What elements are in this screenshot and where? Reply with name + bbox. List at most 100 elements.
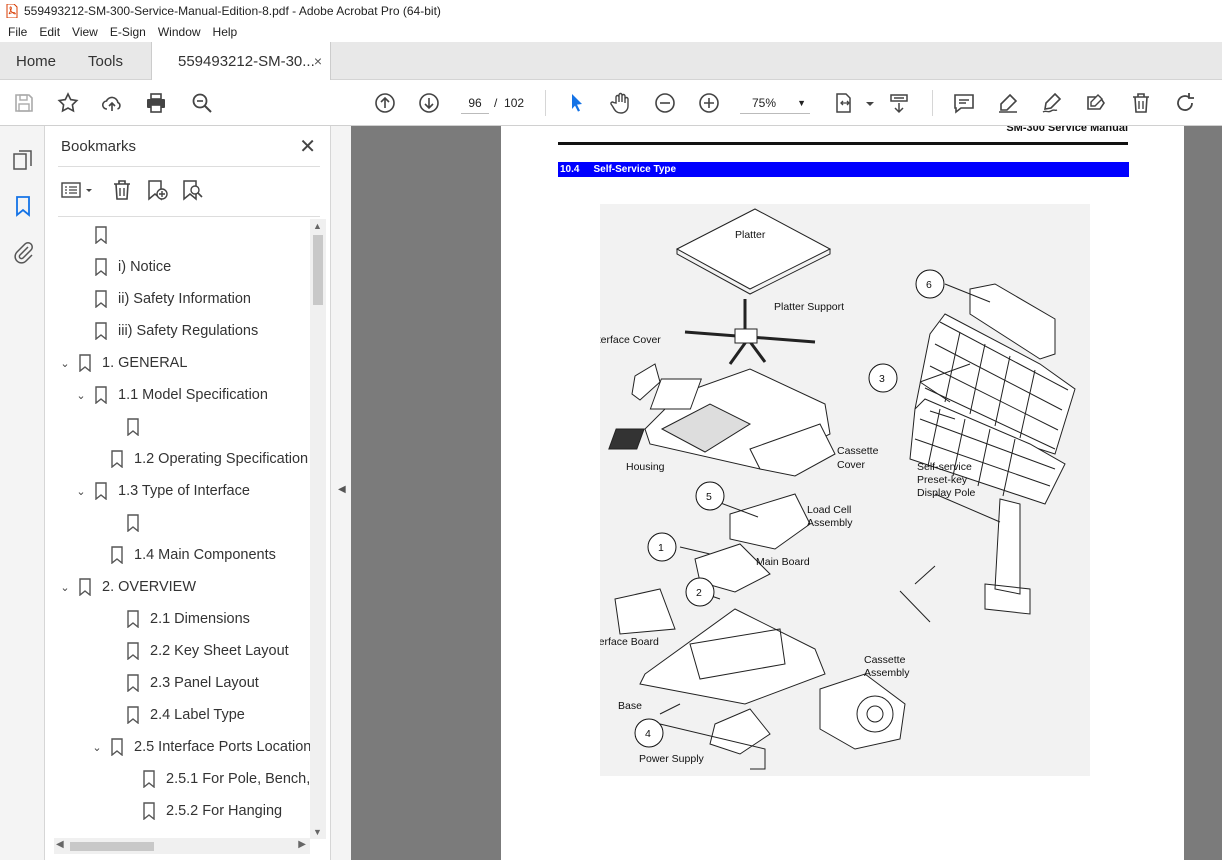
new-bookmark-icon[interactable] <box>145 178 169 202</box>
chevron-down-icon[interactable]: ⌄ <box>74 389 88 402</box>
upload-cloud-icon[interactable] <box>100 91 124 115</box>
comment-icon[interactable] <box>952 91 976 115</box>
close-icon[interactable]: ✕ <box>299 134 316 159</box>
bookmark-item[interactable]: 1.4 Main Components <box>90 539 276 571</box>
delete-bookmark-icon[interactable] <box>110 178 134 202</box>
bookmark-item[interactable]: 2.4 Label Type <box>106 699 245 731</box>
zoom-in-icon[interactable] <box>697 91 721 115</box>
bookmarks-horizontal-scrollbar[interactable]: ◀ ▶ <box>54 838 310 854</box>
bookmark-label: 1.2 Operating Specification <box>134 451 309 467</box>
rotate-icon[interactable] <box>1173 91 1197 115</box>
label-cassette-cover-line2: Cover <box>837 459 866 471</box>
bookmarks-toolbar <box>58 176 320 204</box>
menu-help[interactable]: Help <box>207 25 244 39</box>
scroll-mode-icon[interactable] <box>887 91 911 115</box>
sign-icon[interactable] <box>1040 91 1064 115</box>
bookmark-item[interactable] <box>74 219 118 251</box>
menu-esign[interactable]: E-Sign <box>104 25 152 39</box>
load-cell-shape <box>729 493 811 550</box>
bookmarks-vertical-scrollbar[interactable]: ▲ ▼ <box>310 219 326 839</box>
bookmark-ribbon-icon <box>111 450 123 468</box>
menu-file[interactable]: File <box>2 25 33 39</box>
bookmark-item[interactable]: ⌄3. SET UP <box>74 827 186 829</box>
collapse-panel-icon[interactable]: ◀ <box>338 484 346 495</box>
bookmark-item[interactable] <box>106 507 150 539</box>
page-fit-dropdown-icon[interactable] <box>858 91 874 115</box>
zoom-level-select[interactable]: 75% ▼ <box>740 92 810 114</box>
bookmark-ribbon-icon <box>95 258 107 276</box>
bookmark-item[interactable]: 2.1 Dimensions <box>106 603 250 635</box>
bookmark-item[interactable]: 2.5.1 For Pole, Bench, Ele <box>122 763 310 795</box>
bookmark-item[interactable]: ii) Safety Information <box>74 283 251 315</box>
callout-4: 4 <box>645 728 651 740</box>
acrobat-pdf-icon <box>6 4 18 18</box>
bookmark-item[interactable] <box>106 411 150 443</box>
scroll-left-icon[interactable]: ◀ <box>56 839 64 850</box>
page-thumbnails-icon[interactable] <box>11 148 35 172</box>
tab-tools[interactable]: Tools <box>88 42 123 80</box>
scroll-right-icon[interactable]: ▶ <box>298 839 306 850</box>
chevron-down-icon[interactable]: ⌄ <box>58 357 72 370</box>
panel-collapse-strip[interactable]: ◀ <box>330 126 351 860</box>
save-icon[interactable] <box>12 91 36 115</box>
fill-sign-icon[interactable] <box>1084 91 1108 115</box>
bookmark-ribbon-icon <box>79 578 91 596</box>
zoom-search-icon[interactable] <box>190 91 214 115</box>
bookmarks-panel-icon[interactable] <box>11 194 35 218</box>
document-view[interactable]: SM-300 Service Manual 10.4 Self-Service T… <box>351 126 1222 860</box>
bookmark-ribbon-icon <box>95 226 107 244</box>
page-number-input[interactable]: 96 <box>461 92 489 114</box>
attachments-paperclip-icon[interactable] <box>11 240 35 264</box>
label-self-service-line1: Self-service <box>917 461 972 473</box>
tab-document[interactable]: 559493212-SM-30... × <box>151 42 331 81</box>
scroll-down-icon[interactable]: ▼ <box>313 827 322 837</box>
callout-2: 2 <box>696 587 702 599</box>
bookmarks-title: Bookmarks <box>61 138 137 155</box>
chevron-down-icon[interactable]: ⌄ <box>90 741 104 754</box>
menu-view[interactable]: View <box>66 25 104 39</box>
label-self-service-line3: Display Pole <box>917 487 976 499</box>
bookmark-label: iii) Safety Regulations <box>118 323 259 339</box>
bookmark-item[interactable]: 1.2 Operating Specification <box>90 443 308 475</box>
power-supply-shape <box>709 708 771 755</box>
bookmark-item[interactable]: 2.5.2 For Hanging <box>122 795 282 827</box>
zoom-out-icon[interactable] <box>653 91 677 115</box>
bookmark-item[interactable]: 2.2 Key Sheet Layout <box>106 635 289 667</box>
delete-trash-icon[interactable] <box>1129 91 1153 115</box>
bookmark-item[interactable]: ⌄ 1.1 Model Specification <box>74 379 268 411</box>
page-total: / 102 <box>494 96 524 110</box>
bookmark-item[interactable]: i) Notice <box>74 251 171 283</box>
scroll-up-icon[interactable]: ▲ <box>313 221 322 231</box>
interface-board-shape <box>614 588 676 635</box>
menu-bar: File Edit View E-Sign Window Help <box>0 22 1222 42</box>
select-cursor-icon[interactable] <box>565 91 589 115</box>
menu-window[interactable]: Window <box>152 25 207 39</box>
hand-tool-icon[interactable] <box>609 91 633 115</box>
chevron-down-icon[interactable]: ⌄ <box>58 581 72 594</box>
print-icon[interactable] <box>144 91 168 115</box>
bookmark-label: 1.3 Type of Interface <box>118 483 250 499</box>
chevron-down-icon[interactable]: ⌄ <box>74 485 88 498</box>
navigation-rail <box>0 126 45 860</box>
previous-page-icon[interactable] <box>373 91 397 115</box>
star-icon[interactable] <box>56 91 80 115</box>
platter-shape <box>675 208 832 290</box>
bookmark-item[interactable]: ⌄ 2.5 Interface Ports Location <box>90 731 310 763</box>
bookmark-item[interactable]: ⌄ 1. GENERAL <box>58 347 187 379</box>
menu-edit[interactable]: Edit <box>33 25 66 39</box>
find-bookmark-icon[interactable] <box>180 178 204 202</box>
bookmark-options-icon[interactable] <box>60 178 96 202</box>
bookmark-label: 2.5 Interface Ports Location <box>134 739 310 755</box>
bookmark-item[interactable]: iii) Safety Regulations <box>74 315 258 347</box>
bookmark-label: 2.5.2 For Hanging <box>166 803 283 819</box>
next-page-icon[interactable] <box>417 91 441 115</box>
page-fit-icon[interactable] <box>833 91 857 115</box>
bookmark-item[interactable]: ⌄ 2. OVERVIEW <box>58 571 196 603</box>
scroll-thumb[interactable] <box>70 842 154 851</box>
tab-close-icon[interactable]: × <box>314 53 322 69</box>
bookmark-item[interactable]: 2.3 Panel Layout <box>106 667 259 699</box>
highlight-pen-icon[interactable] <box>996 91 1020 115</box>
tab-home[interactable]: Home <box>16 42 56 80</box>
bookmark-item[interactable]: ⌄ 1.3 Type of Interface <box>74 475 250 507</box>
scroll-thumb[interactable] <box>313 235 323 305</box>
